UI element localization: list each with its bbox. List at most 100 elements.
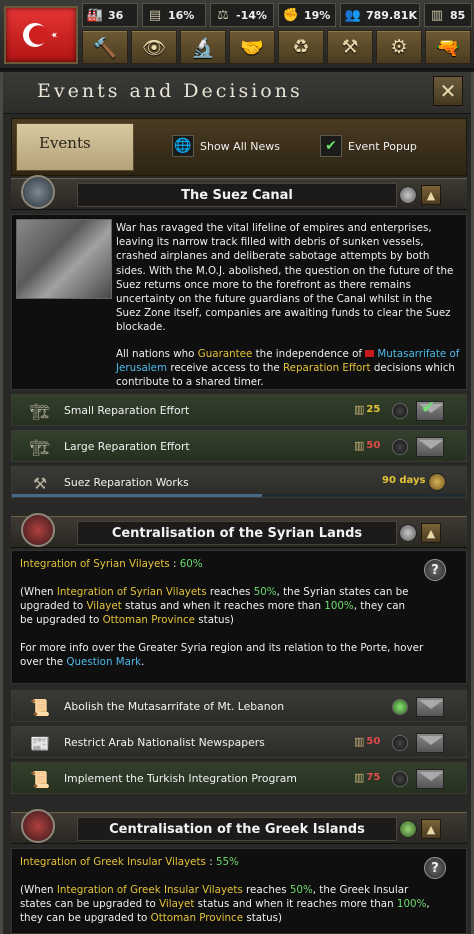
question-mark-icon[interactable]: ? (424, 559, 446, 581)
decisions-hammer-icon: 🔨 (93, 36, 117, 59)
production-button[interactable]: ⚙ (376, 30, 422, 64)
panel-title: Events and Decisions (37, 80, 303, 102)
decisions-button[interactable]: 🔨 (82, 30, 128, 64)
syria-collapse-button[interactable]: ▲ (421, 523, 441, 543)
trade-button[interactable]: ♻ (278, 30, 324, 64)
show-all-news-toggle[interactable]: 🌐 Show All News (172, 135, 280, 157)
syria-description: Integration of Syrian Vilayets : 60% ? (… (11, 550, 467, 684)
question-mark-icon[interactable]: ? (424, 857, 446, 879)
event-popup-toggle[interactable]: ✔ Event Popup (320, 135, 417, 157)
decision-take-button[interactable] (416, 437, 444, 457)
political-power-icon: ▥ (354, 735, 365, 748)
crane-icon: 🏗 (29, 437, 51, 457)
mission-days: 90 days (382, 475, 426, 486)
decision-cost: ▥ 75 (354, 771, 381, 784)
mission-name: Suez Reparation Works (64, 476, 189, 489)
political-power-counter[interactable]: ▤ 16% (142, 3, 206, 27)
worker-icon: ⚒ (32, 473, 48, 493)
intelligence-button[interactable]: 👁 (131, 30, 177, 64)
crescent-star-icon (23, 23, 57, 47)
newspaper-icon: 📰 (30, 733, 50, 753)
decision-take-button[interactable] (416, 697, 444, 717)
top-bar: 🏭 36 ▤ 16% ⚖ -14% ✊ 19% 👥 789.81K ▥ 85 🔨… (0, 0, 474, 70)
document-icon: 📜 (30, 697, 50, 717)
jerusalem-flag-icon (365, 350, 375, 357)
intelligence-eye-icon: 👁 (141, 36, 167, 59)
suez-category-icon (21, 175, 55, 209)
decision-restrict-arab-newspapers[interactable]: 📰 Restrict Arab Nationalist Newspapers ▥… (11, 726, 467, 758)
convoys-counter[interactable]: ▥ 85 (424, 3, 472, 27)
country-flag[interactable] (4, 6, 78, 64)
stability-counter[interactable]: ⚖ -14% (210, 3, 274, 27)
decision-name: Large Reparation Effort (64, 440, 190, 453)
decision-turkish-integration[interactable]: 📜 Implement the Turkish Integration Prog… (11, 762, 467, 794)
political-power-value: 16% (168, 8, 195, 22)
suez-title-box: The Suez Canal (77, 183, 397, 207)
panel-header: Events and Decisions ✕ (3, 72, 471, 114)
syria-info-text: For more info over the Greater Syria reg… (20, 642, 424, 669)
greek-collapse-button[interactable]: ▲ (421, 819, 441, 839)
decision-status-dot (392, 735, 408, 751)
decision-name: Restrict Arab Nationalist Newspapers (64, 736, 265, 749)
suez-collapse-button[interactable]: ▲ (421, 185, 441, 205)
trade-icon: ♻ (292, 36, 310, 58)
guarantee-link[interactable]: Guarantee (198, 348, 253, 360)
question-mark-link[interactable]: Question Mark (66, 656, 141, 668)
syria-toggle-button[interactable] (399, 524, 417, 542)
army-button[interactable]: 🔫 (425, 30, 471, 64)
factories-value: 36 (108, 8, 124, 22)
decision-cost: ▥ 25 (354, 403, 381, 416)
political-power-icon: ▥ (354, 403, 365, 416)
checkmark-icon: ✔ (421, 398, 436, 418)
decision-status-dot (392, 403, 408, 419)
manpower-icon: 👥 (344, 7, 362, 23)
show-all-news-label: Show All News (200, 139, 281, 153)
research-button[interactable]: 🔬 (180, 30, 226, 64)
greek-description: Integration of Greek Insular Vilayets : … (11, 848, 467, 934)
decision-status-dot (392, 439, 408, 455)
tab-events-label: Events (39, 134, 91, 152)
decision-take-button[interactable]: ✔ (416, 398, 444, 421)
stability-icon: ⚖ (217, 7, 229, 23)
decision-name: Abolish the Mutasarrifate of Mt. Lebanon (64, 700, 285, 713)
greek-title: Centralisation of the Greek Islands (109, 821, 365, 837)
decision-abolish-mutasarrifate[interactable]: 📜 Abolish the Mutasarrifate of Mt. Leban… (11, 690, 467, 722)
syria-category-header[interactable]: Centralisation of the Syrian Lands ▲ (11, 513, 467, 548)
syria-upgrade-text: (When Integration of Syrian Vilayets rea… (20, 586, 409, 627)
syria-title: Centralisation of the Syrian Lands (111, 525, 363, 541)
mission-suez-reparation-works[interactable]: ⚒ Suez Reparation Works 90 days (11, 466, 467, 498)
decision-name: Implement the Turkish Integration Progra… (64, 772, 297, 785)
construction-button[interactable]: ⚒ (327, 30, 373, 64)
decision-cost: ▥ 50 (354, 735, 381, 748)
suez-category-header[interactable]: The Suez Canal ▲ (11, 175, 467, 210)
tool-bar: 🔨 👁 🔬 🤝 ♻ ⚒ ⚙ 🔫 (82, 30, 474, 66)
production-gear-icon: ⚙ (390, 36, 408, 58)
war-support-counter[interactable]: ✊ 19% (278, 3, 336, 27)
tab-strip: Events 🌐 Show All News ✔ Event Popup (11, 118, 467, 176)
globe-icon: 🌐 (172, 135, 194, 157)
event-popup-label: Event Popup (348, 139, 417, 153)
greek-toggle-button[interactable] (399, 820, 417, 838)
decision-small-reparation-effort[interactable]: 🏗 Small Reparation Effort ▥ 25 ✔ (11, 394, 467, 426)
syria-category-icon (21, 513, 55, 547)
greek-category-header[interactable]: Centralisation of the Greek Islands ▲ (11, 809, 467, 844)
manpower-counter[interactable]: 👥 789.81K (340, 3, 420, 27)
suez-title: The Suez Canal (181, 187, 293, 203)
political-power-icon: ▤ (148, 7, 162, 23)
political-power-icon: ▥ (354, 439, 365, 452)
mission-timer-fill (12, 494, 262, 497)
political-power-icon: ▥ (354, 771, 365, 784)
decision-take-button[interactable] (416, 769, 444, 789)
close-icon: ✕ (439, 79, 457, 103)
factories-counter[interactable]: 🏭 36 (82, 3, 138, 27)
diplomacy-button[interactable]: 🤝 (229, 30, 275, 64)
decision-cost: ▥ 50 (354, 439, 381, 452)
greek-category-icon (21, 809, 55, 843)
close-button[interactable]: ✕ (433, 76, 463, 106)
decision-take-button[interactable] (416, 733, 444, 753)
syria-progress-text: Integration of Syrian Vilayets : 60% (20, 558, 203, 570)
tab-events[interactable]: Events (16, 123, 134, 171)
suez-toggle-button[interactable] (399, 186, 417, 204)
decision-large-reparation-effort[interactable]: 🏗 Large Reparation Effort ▥ 50 (11, 430, 467, 462)
convoys-icon: ▥ (430, 7, 444, 23)
